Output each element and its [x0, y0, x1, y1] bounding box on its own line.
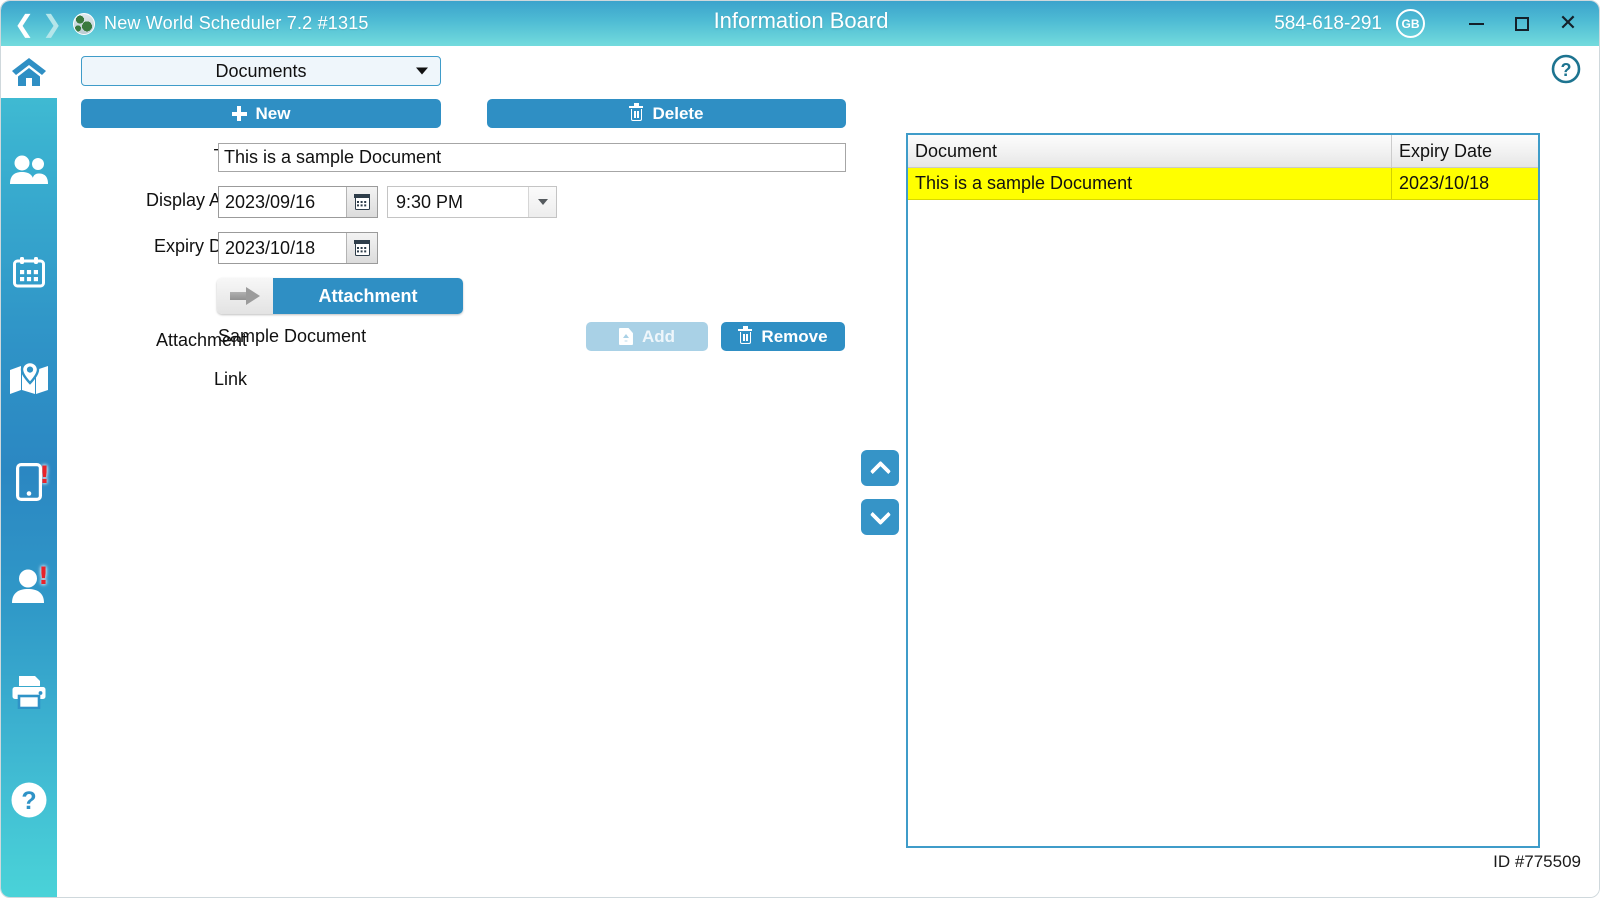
documents-table: Document Expiry Date This is a sample Do… [906, 133, 1540, 848]
attachment-value: Sample Document [218, 326, 367, 346]
question-circle-icon: ? [11, 782, 47, 818]
list-move-up-button[interactable] [861, 450, 899, 486]
expiry-date-calendar-button[interactable] [346, 233, 377, 263]
add-button-label: Add [641, 326, 676, 346]
column-header-document[interactable]: Document [908, 135, 1392, 167]
application-window: ❮ ❯ New World Scheduler 7.2 #1315 Inform… [0, 0, 1600, 898]
calendar-icon [13, 257, 45, 288]
svg-text:?: ? [1561, 60, 1572, 80]
column-header-expiry-date[interactable]: Expiry Date [1392, 135, 1538, 167]
maximize-button[interactable] [1499, 1, 1545, 46]
sidebar-item-people[interactable] [1, 142, 57, 198]
cell-expiry-date: 2023/10/18 [1399, 173, 1490, 193]
file-upload-icon [618, 328, 633, 345]
sidebar-item-print[interactable] [1, 664, 57, 720]
time-dropdown-button[interactable] [528, 187, 556, 217]
sidebar-item-contact[interactable]: ! [1, 558, 57, 614]
sidebar-item-map[interactable] [1, 350, 57, 406]
list-move-down-button[interactable] [861, 499, 899, 535]
account-number: 584-618-291 [1274, 12, 1382, 34]
alert-badge-icon: ! [39, 461, 50, 489]
navigation-arrows: ❮ ❯ [11, 7, 65, 41]
forward-icon[interactable]: ❯ [39, 7, 65, 41]
printer-icon [12, 676, 46, 709]
titlebar-right-group: 584-618-291 GB ✕ [1274, 1, 1599, 46]
main-content: ? Documents New Delete Title Display Aft… [57, 46, 1599, 897]
chevron-down-icon [869, 503, 891, 525]
close-button[interactable]: ✕ [1545, 1, 1591, 46]
calendar-icon [353, 193, 371, 210]
attachment-arrow-box [217, 278, 273, 314]
display-after-date-input[interactable]: 2023/09/16 [218, 186, 378, 218]
new-button[interactable]: New [81, 99, 441, 128]
add-button[interactable]: Add [586, 322, 708, 351]
home-icon [12, 58, 46, 86]
category-dropdown[interactable]: Documents [81, 56, 441, 86]
display-after-time-value: 9:30 PM [396, 191, 464, 212]
delete-button[interactable]: Delete [487, 99, 846, 128]
plus-icon [231, 106, 247, 121]
expiry-date-input[interactable]: 2023/10/18 [218, 232, 378, 264]
help-button[interactable]: ? [1551, 54, 1581, 84]
new-button-label: New [255, 103, 291, 123]
category-dropdown-value: Documents [215, 60, 307, 81]
attachment-tab-button[interactable]: Attachment [217, 278, 463, 314]
svg-text:?: ? [21, 787, 36, 815]
arrow-right-icon [230, 287, 260, 305]
map-pin-icon [10, 362, 48, 394]
globe-icon [73, 12, 95, 35]
attachment-tab-label: Attachment [273, 278, 463, 314]
display-after-calendar-button[interactable] [346, 187, 377, 217]
calendar-icon [353, 239, 371, 256]
title-input[interactable] [218, 143, 846, 172]
minimize-button[interactable] [1453, 1, 1499, 46]
people-icon [10, 155, 48, 184]
sidebar-item-help[interactable]: ? [1, 772, 57, 828]
caret-down-icon [537, 199, 548, 205]
alert-badge-icon: ! [38, 562, 49, 590]
remove-button[interactable]: Remove [721, 322, 845, 351]
avatar[interactable]: GB [1396, 9, 1425, 38]
trash-icon [738, 326, 753, 345]
app-title: New World Scheduler 7.2 #1315 [104, 13, 369, 33]
remove-button-label: Remove [761, 326, 828, 346]
chevron-up-icon [869, 460, 891, 482]
table-header-row: Document Expiry Date [908, 135, 1538, 168]
question-circle-icon: ? [1551, 54, 1581, 84]
table-row[interactable]: This is a sample Document 2023/10/18 [908, 168, 1538, 200]
display-after-date-value: 2023/09/16 [225, 191, 316, 212]
cell-document: This is a sample Document [908, 168, 1392, 199]
delete-button-label: Delete [652, 103, 704, 123]
link-label: Link [213, 369, 247, 389]
caret-down-icon [416, 67, 428, 75]
back-icon[interactable]: ❮ [11, 7, 37, 41]
record-id-label: ID #775509 [1493, 852, 1581, 871]
sidebar: ! ! ? [1, 46, 57, 897]
sidebar-item-mobile[interactable]: ! [1, 454, 57, 510]
display-after-time-select[interactable]: 9:30 PM [387, 186, 557, 218]
sidebar-item-home[interactable] [1, 46, 57, 98]
sidebar-item-calendar[interactable] [1, 244, 57, 300]
title-bar: ❮ ❯ New World Scheduler 7.2 #1315 Inform… [1, 1, 1599, 46]
expiry-date-value: 2023/10/18 [225, 237, 316, 258]
trash-icon [629, 103, 644, 122]
